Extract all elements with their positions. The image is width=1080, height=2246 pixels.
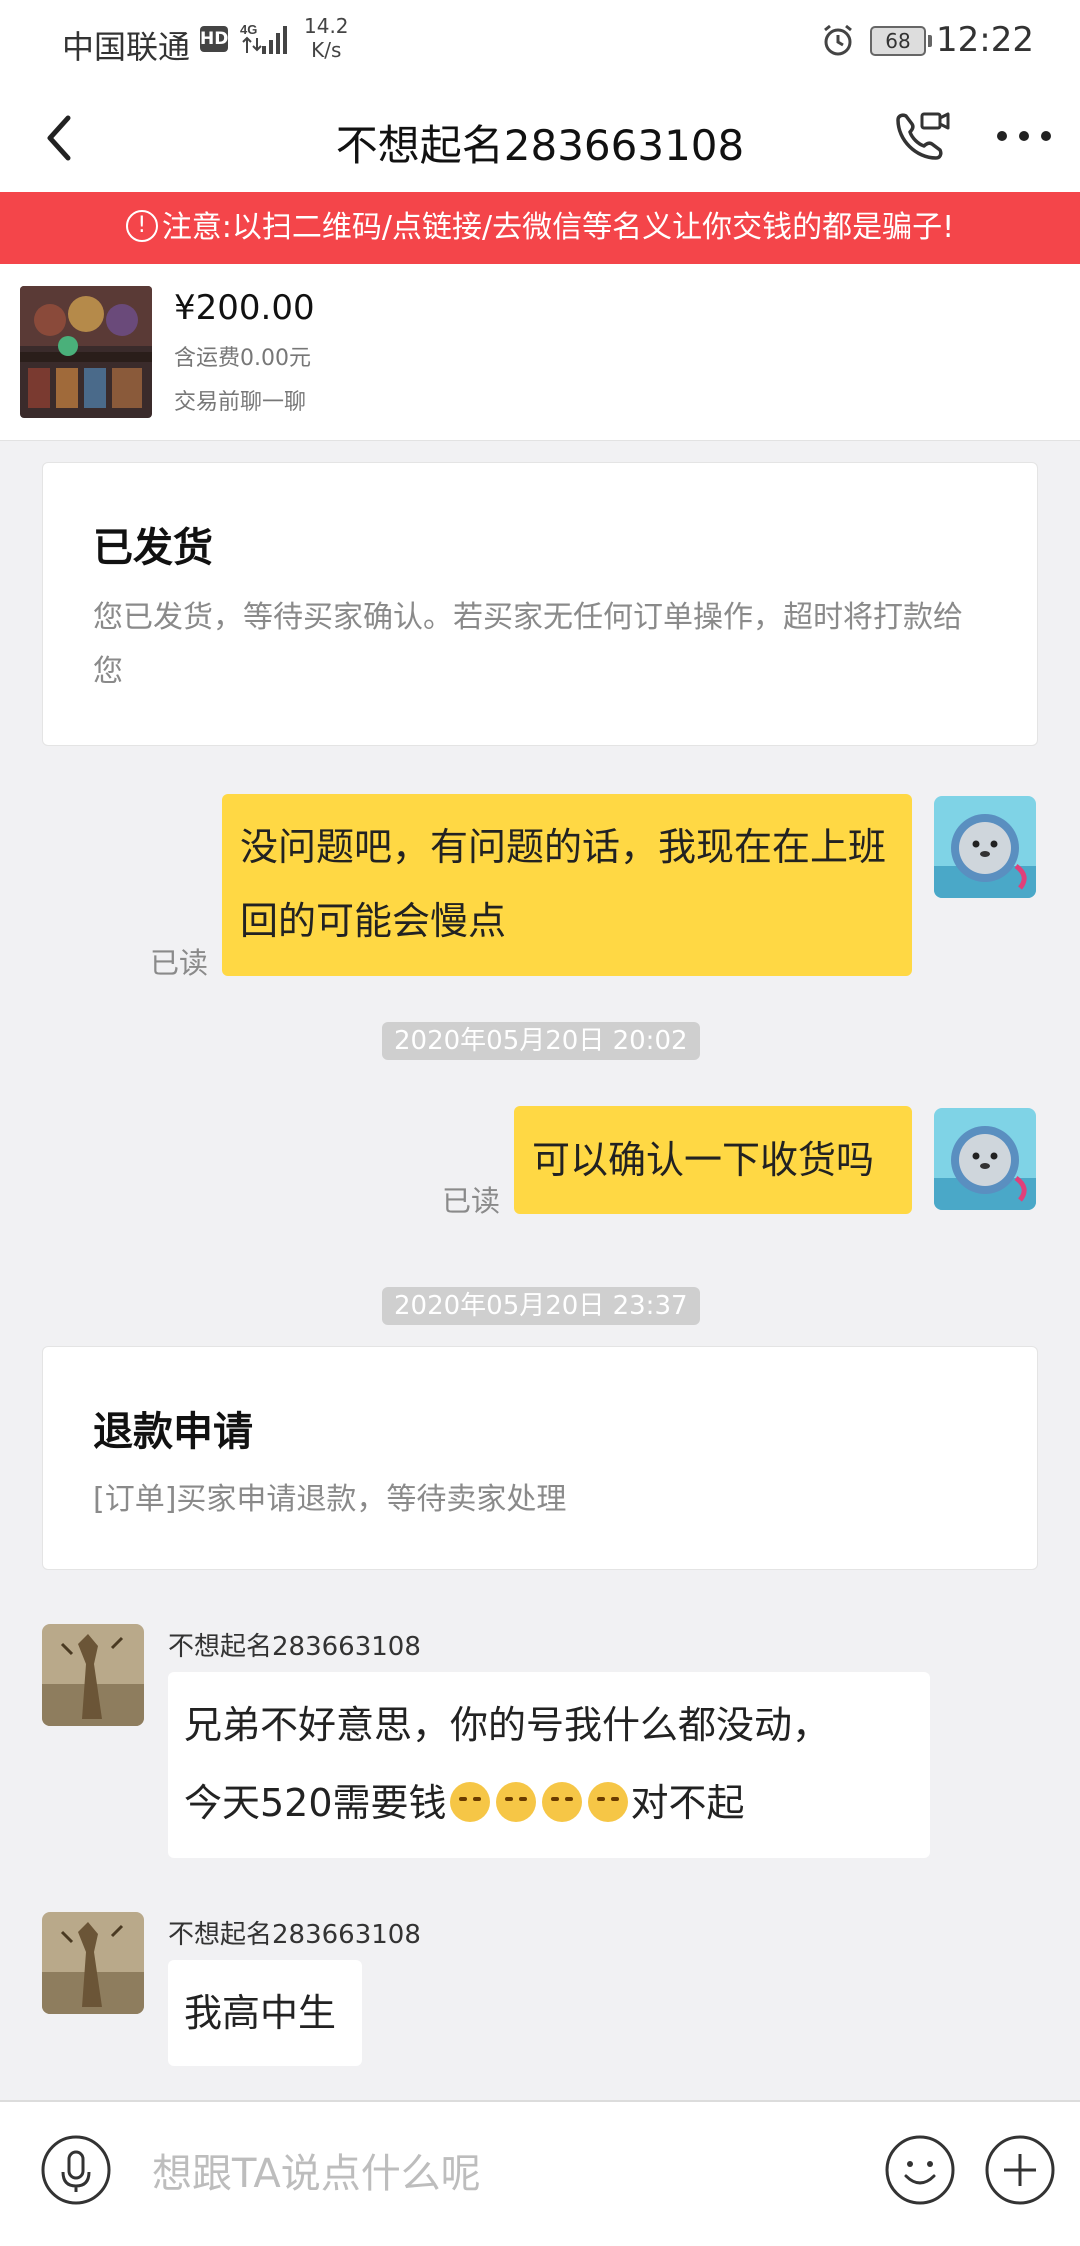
status-time: 12:22 — [936, 20, 1034, 60]
network-speed: 14.2 K/s — [304, 14, 349, 62]
alarm-icon — [824, 24, 852, 56]
crying-emoji-icon — [541, 1781, 582, 1822]
read-receipt: 已读 — [442, 1184, 501, 1218]
card-description: 您已发货，等待买家确认。若买家无任何订单操作，超时将打款给您 — [93, 600, 963, 689]
message-input[interactable] — [152, 2138, 852, 2210]
message-text: 没问题吧，有问题的话，我现在在上班回的可能会慢点 — [240, 825, 887, 943]
scam-warning-banner: ! 注意:以扫二维码/点链接/去微信等名义让你交钱的都是骗子! — [0, 192, 1080, 264]
card-title: 退款申请 — [93, 1409, 253, 1455]
read-receipt: 已读 — [150, 946, 209, 980]
message-timestamp: 2020年05月20日 23:37 — [382, 1287, 700, 1325]
signal-icon: 4G — [240, 22, 287, 54]
order-shipped-card[interactable]: 已发货 您已发货，等待买家确认。若买家无任何订单操作，超时将打款给您 — [42, 462, 1038, 746]
contact-avatar[interactable] — [42, 1912, 144, 2014]
microphone-icon[interactable] — [40, 2134, 112, 2206]
speed-value: 14.2 — [304, 14, 349, 38]
message-text: 我高中生 — [184, 1991, 337, 2035]
battery-indicator: 68 — [870, 26, 932, 56]
product-thumbnail[interactable] — [20, 286, 152, 418]
contact-message-bubble[interactable]: 我高中生 — [168, 1960, 362, 2066]
my-message-bubble[interactable]: 可以确认一下收货吗 — [514, 1106, 912, 1214]
hd-badge: HD — [200, 26, 228, 52]
shipping-fee: 含运费0.00元 — [174, 346, 311, 371]
sender-name: 不想起名283663108 — [168, 1920, 421, 1950]
my-message-bubble[interactable]: 没问题吧，有问题的话，我现在在上班回的可能会慢点 — [222, 794, 912, 976]
message-text: 可以确认一下收货吗 — [532, 1138, 875, 1182]
message-timestamp: 2020年05月20日 20:02 — [382, 1022, 700, 1060]
warning-circle-icon: ! — [125, 209, 158, 242]
sender-name: 不想起名283663108 — [168, 1632, 421, 1662]
my-avatar[interactable] — [934, 796, 1036, 898]
crying-emoji-icon — [449, 1781, 490, 1822]
crying-emoji-icon — [587, 1781, 628, 1822]
nav-bar: 不想起名283663108 — [0, 84, 1080, 192]
pre-trade-note: 交易前聊一聊 — [174, 390, 307, 415]
message-text: 今天520需要钱 — [184, 1781, 447, 1825]
card-title: 已发货 — [93, 525, 213, 571]
contact-message-bubble[interactable]: 兄弟不好意思，你的号我什么都没动， 今天520需要钱 对不起 — [168, 1672, 930, 1858]
refund-request-card[interactable]: 退款申请 [订单]买家申请退款，等待卖家处理 — [42, 1346, 1038, 1570]
speed-unit: K/s — [311, 38, 342, 62]
message-text: 对不起 — [630, 1781, 745, 1825]
emoji-smile-icon[interactable] — [884, 2134, 956, 2206]
my-avatar[interactable] — [934, 1108, 1036, 1210]
card-description: [订单]买家申请退款，等待卖家处理 — [93, 1482, 567, 1517]
network-type: 4G — [240, 22, 257, 37]
message-line: 今天520需要钱 对不起 — [184, 1764, 914, 1842]
message-input-bar — [0, 2100, 1080, 2246]
plus-circle-icon[interactable] — [984, 2134, 1056, 2206]
crying-emoji-icon — [495, 1781, 536, 1822]
contact-avatar[interactable] — [42, 1624, 144, 1726]
carrier-name: 中国联通 — [62, 28, 191, 66]
product-price: ¥200.00 — [174, 288, 315, 328]
warning-text: 注意:以扫二维码/点链接/去微信等名义让你交钱的都是骗子! — [161, 210, 955, 245]
status-bar: 中国联通 HD 4G 14.2 K/s 68 12:22 — [0, 0, 1080, 84]
phone-video-icon[interactable] — [888, 106, 952, 170]
more-dots-icon[interactable] — [994, 124, 1054, 148]
message-line: 兄弟不好意思，你的号我什么都没动， — [184, 1703, 831, 1747]
product-summary[interactable]: ¥200.00 含运费0.00元 交易前聊一聊 — [0, 264, 1080, 441]
